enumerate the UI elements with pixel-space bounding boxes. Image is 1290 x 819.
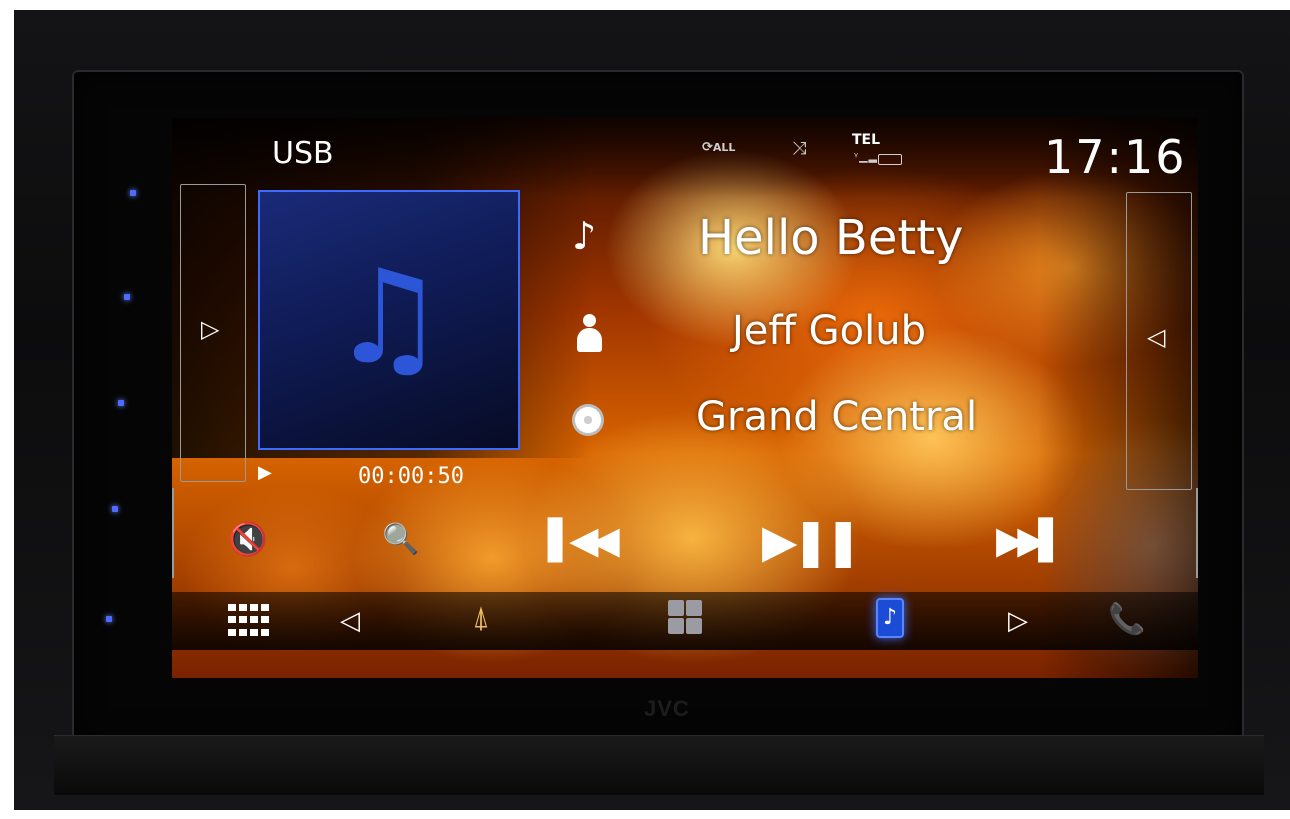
media-source-button[interactable]: ♪: [876, 598, 904, 638]
elapsed-time: 00:00:50: [358, 464, 464, 489]
artist-row: Jeff Golub: [572, 304, 1032, 364]
music-note-icon: ♪: [572, 214, 597, 258]
music-note-icon: ♫: [330, 241, 447, 393]
album-art[interactable]: ♫: [258, 190, 520, 450]
brand-logo: JVC: [644, 696, 690, 721]
chevron-left-icon: ◁: [1147, 323, 1166, 351]
repeat-all-icon: ⟳ALL: [702, 140, 736, 155]
bottom-nav-bar: ◁ ⍋ ♪ ▷ 📞: [172, 592, 1198, 650]
track-title: Hello Betty: [698, 210, 964, 266]
hardware-key-led: [118, 400, 124, 406]
clock: 17:16: [1044, 130, 1187, 184]
phone-button[interactable]: 📞: [1108, 602, 1145, 637]
play-status-icon: ▶: [258, 462, 272, 483]
chevron-right-icon: ▷: [201, 315, 220, 343]
home-menu-button[interactable]: [228, 604, 269, 638]
battery-icon: [878, 154, 902, 165]
mute-button[interactable]: 🔇: [228, 520, 268, 558]
bezel-lower-trim: [54, 735, 1264, 795]
source-label[interactable]: USB: [272, 136, 334, 171]
tuner-button[interactable]: ⍋: [472, 600, 490, 635]
hardware-key-led: [106, 616, 112, 622]
play-pause-button[interactable]: ▶❚❚: [762, 514, 862, 568]
repeat-mode-label: ALL: [712, 141, 736, 154]
nav-previous-button[interactable]: ◁: [340, 606, 360, 636]
artist-name: Jeff Golub: [732, 308, 927, 354]
signal-strength-icon: ᵞ▁▂: [854, 150, 879, 163]
playback-controls: 🔇 🔍 ▌◀◀ ▶❚❚ ▶▶▌: [172, 508, 1198, 578]
search-button[interactable]: 🔍: [382, 522, 419, 557]
hardware-key-led: [112, 506, 118, 512]
next-track-button[interactable]: ▶▶▌: [996, 518, 1068, 562]
widgets-button[interactable]: [668, 600, 702, 634]
head-unit-screen: USB ⟳ALL ⤨ TEL ᵞ▁▂ 17:16 ▷ ◁ ♫ ▶ 00:00:5…: [172, 118, 1198, 678]
artist-icon: [576, 314, 602, 352]
tel-status-label: TEL: [852, 132, 881, 148]
previous-track-button[interactable]: ▌◀◀: [548, 518, 620, 562]
album-row: Grand Central: [572, 390, 1032, 450]
left-drawer-handle[interactable]: ▷: [180, 184, 246, 482]
hardware-key-led: [124, 294, 130, 300]
disc-icon: [572, 404, 604, 436]
nav-next-button[interactable]: ▷: [1008, 606, 1028, 636]
track-title-row: ♪ Hello Betty: [572, 210, 1032, 270]
right-drawer-handle[interactable]: ◁: [1126, 192, 1192, 490]
hardware-key-led: [130, 190, 136, 196]
album-name: Grand Central: [696, 394, 978, 440]
shuffle-icon: ⤨: [792, 138, 807, 159]
